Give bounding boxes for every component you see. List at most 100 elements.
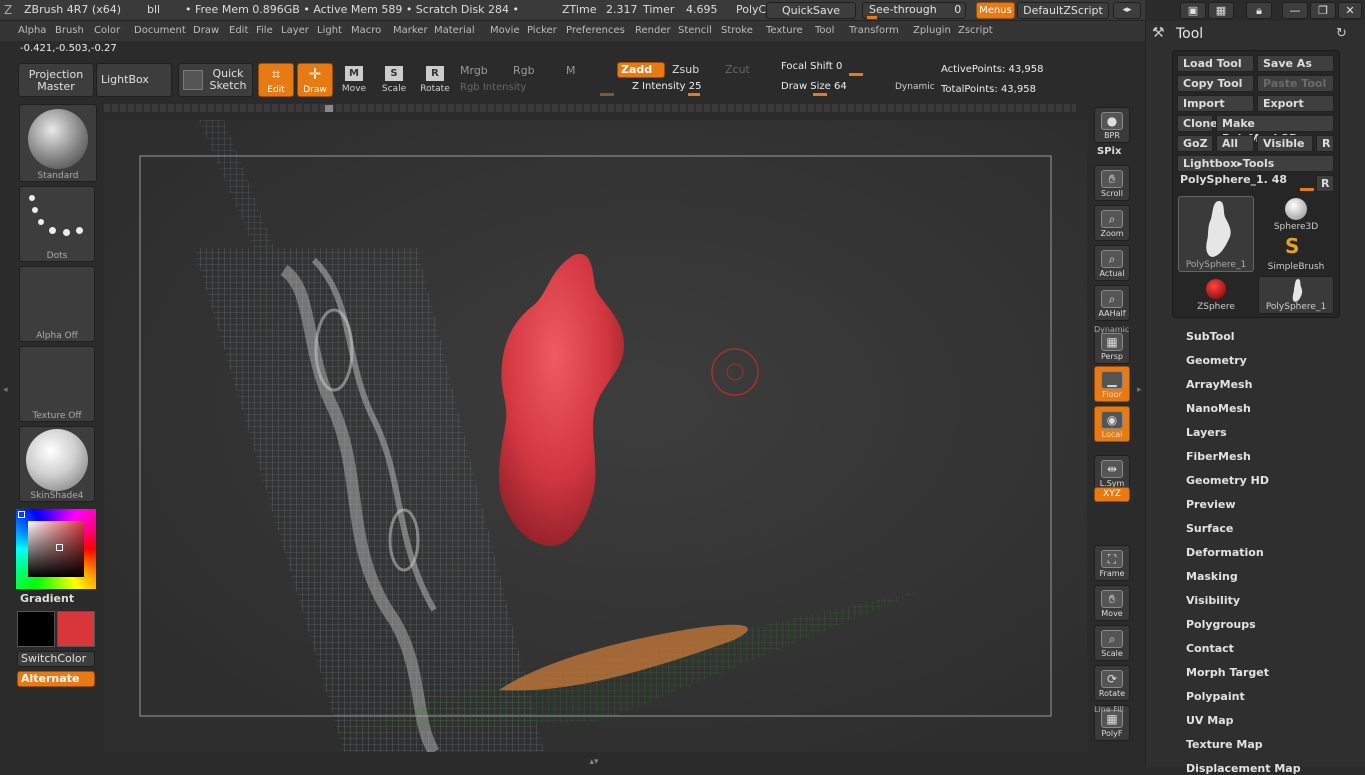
m-button[interactable]: M: [566, 64, 576, 77]
menu-alpha[interactable]: Alpha: [18, 25, 46, 36]
dynamic-label[interactable]: Dynamic: [1094, 325, 1129, 334]
tool-panel-title[interactable]: Tool: [1176, 26, 1203, 42]
main-color-swatch[interactable]: [17, 611, 55, 647]
rotate-button[interactable]: R Rotate: [420, 64, 450, 96]
menu-light[interactable]: Light: [317, 25, 342, 36]
default-zscript-button[interactable]: DefaultZScript: [1017, 2, 1109, 19]
aahalf-button[interactable]: ⌕ AAHalf: [1094, 285, 1130, 321]
tool-section-fibermesh[interactable]: FiberMesh: [1186, 450, 1251, 463]
zoom-button[interactable]: ⌕ Zoom: [1094, 205, 1130, 241]
move-button[interactable]: ✋︎ Move: [1094, 585, 1130, 621]
tool-section-layers[interactable]: Layers: [1186, 426, 1227, 439]
menus-button[interactable]: Menus: [976, 2, 1015, 19]
see-through-slider-knob[interactable]: [867, 16, 877, 19]
z-intensity-slider-knob[interactable]: [688, 93, 700, 96]
paste-tool-button[interactable]: Paste Tool: [1257, 75, 1334, 92]
focal-shift-slider[interactable]: Focal Shift 0: [781, 61, 931, 77]
goz-button[interactable]: GoZ: [1177, 135, 1213, 152]
menu-zscript[interactable]: Zscript: [958, 25, 993, 36]
menu-document[interactable]: Document: [134, 25, 186, 36]
rgb-button[interactable]: Rgb: [513, 64, 535, 77]
lightbox-tools-button[interactable]: Lightbox▸Tools: [1177, 155, 1334, 172]
menu-render[interactable]: Render: [635, 25, 671, 36]
floor-button[interactable]: ▁ Floor: [1094, 366, 1130, 402]
tool-section-deformation[interactable]: Deformation: [1186, 546, 1264, 559]
menu-movie[interactable]: Movie: [490, 25, 520, 36]
load-tool-button[interactable]: Load Tool: [1177, 55, 1254, 72]
menu-transform[interactable]: Transform: [849, 25, 899, 36]
dynamic-button[interactable]: Dynamic: [895, 82, 935, 92]
zadd-button[interactable]: Zadd: [617, 62, 665, 78]
see-through-slider[interactable]: See-through 0: [862, 2, 966, 19]
local-button[interactable]: ◉ Local: [1094, 406, 1130, 442]
refresh-icon[interactable]: ↻: [1336, 26, 1347, 41]
tool-section-nanomesh[interactable]: NanoMesh: [1186, 402, 1251, 415]
xyz-button[interactable]: XYZ: [1094, 487, 1130, 502]
canvas-viewport[interactable]: [104, 120, 1087, 752]
line-fill-label[interactable]: Line Fill: [1094, 705, 1124, 714]
projection-master-button[interactable]: Projection Master: [18, 63, 94, 97]
zcut-button[interactable]: Zcut: [725, 63, 750, 76]
menu-color[interactable]: Color: [94, 25, 120, 36]
menu-layer[interactable]: Layer: [281, 25, 309, 36]
tool-tile-sphere3d[interactable]: Sphere3D: [1258, 196, 1334, 232]
tool-section-texture-map[interactable]: Texture Map: [1186, 738, 1263, 751]
z-intensity-slider[interactable]: Z Intensity 25: [632, 81, 767, 96]
tool-section-uv-map[interactable]: UV Map: [1186, 714, 1234, 727]
left-collapse-arrow-icon[interactable]: ◂: [3, 385, 11, 405]
actual-button[interactable]: ⌕ Actual: [1094, 245, 1130, 281]
stroke-thumbnail[interactable]: Dots: [19, 186, 95, 262]
edit-button[interactable]: ⌗ Edit: [258, 63, 294, 97]
scale-button[interactable]: ⌕ Scale: [1094, 625, 1130, 661]
save-as-button[interactable]: Save As: [1257, 55, 1334, 72]
all-button[interactable]: All: [1216, 135, 1254, 152]
close-icon[interactable]: ✕: [1338, 2, 1362, 19]
tool-tile-zsphere[interactable]: ZSphere: [1178, 276, 1254, 314]
switch-color-button[interactable]: SwitchColor: [17, 651, 95, 667]
bracket-arrows-icon[interactable]: ◂▸: [1113, 2, 1141, 19]
menu-edit[interactable]: Edit: [229, 25, 248, 36]
draw-size-slider-knob[interactable]: [813, 93, 827, 96]
lightbox-button[interactable]: LightBox: [96, 63, 172, 97]
hue-marker[interactable]: [18, 511, 25, 518]
menu-texture[interactable]: Texture: [766, 25, 803, 36]
copy-tool-button[interactable]: Copy Tool: [1177, 75, 1254, 92]
tool-section-geometry-hd[interactable]: Geometry HD: [1186, 474, 1269, 487]
tool-section-displacement-map[interactable]: Displacement Map: [1186, 762, 1301, 775]
tool-section-preview[interactable]: Preview: [1186, 498, 1236, 511]
menu-brush[interactable]: Brush: [55, 25, 84, 36]
menu-picker[interactable]: Picker: [527, 25, 557, 36]
menu-tool[interactable]: Tool: [815, 25, 834, 36]
menu-preferences[interactable]: Preferences: [566, 25, 625, 36]
secondary-color-swatch[interactable]: [57, 611, 95, 647]
tool-section-masking[interactable]: Masking: [1186, 570, 1238, 583]
tool-section-arraymesh[interactable]: ArrayMesh: [1186, 378, 1252, 391]
tool-section-geometry[interactable]: Geometry: [1186, 354, 1247, 367]
bpr-button[interactable]: ● BPR: [1094, 107, 1130, 143]
material-thumbnail[interactable]: SkinShade4: [19, 426, 95, 502]
minimize-icon[interactable]: —: [1282, 2, 1308, 19]
rotate-button[interactable]: ⟳ Rotate: [1094, 665, 1130, 701]
alpha-thumbnail[interactable]: Alpha Off: [19, 266, 95, 342]
menu-macro[interactable]: Macro: [351, 25, 381, 36]
canvas-bottom-arrow-icon[interactable]: ▴▾: [583, 757, 605, 767]
restore-icon[interactable]: ❐: [1310, 2, 1336, 19]
lsym-button[interactable]: ⇹ L.Sym: [1094, 455, 1130, 491]
menu-stencil[interactable]: Stencil: [678, 25, 712, 36]
tool-section-subtool[interactable]: SubTool: [1186, 330, 1235, 343]
quicksave-button[interactable]: QuickSave: [766, 2, 856, 19]
visible-button[interactable]: Visible: [1257, 135, 1313, 152]
tool-section-polypaint[interactable]: Polypaint: [1186, 690, 1245, 703]
lock-icon[interactable]: 🔒︎: [1246, 2, 1272, 19]
tool-tile-polysphere[interactable]: PolySphere_1: [1258, 276, 1334, 314]
export-button[interactable]: Export: [1257, 95, 1334, 112]
clone-button[interactable]: Clone: [1177, 115, 1218, 132]
gradient-label[interactable]: Gradient: [20, 592, 74, 605]
canvas-strip-marker[interactable]: [325, 105, 333, 112]
menu-material[interactable]: Material: [434, 25, 475, 36]
layout-icon[interactable]: ▣: [1180, 2, 1206, 19]
menu-file[interactable]: File: [256, 25, 273, 36]
rgb-intensity-slider-knob[interactable]: [600, 93, 614, 96]
scroll-button[interactable]: ✋︎ Scroll: [1094, 165, 1130, 201]
quick-sketch-button[interactable]: Quick Sketch: [178, 63, 253, 97]
